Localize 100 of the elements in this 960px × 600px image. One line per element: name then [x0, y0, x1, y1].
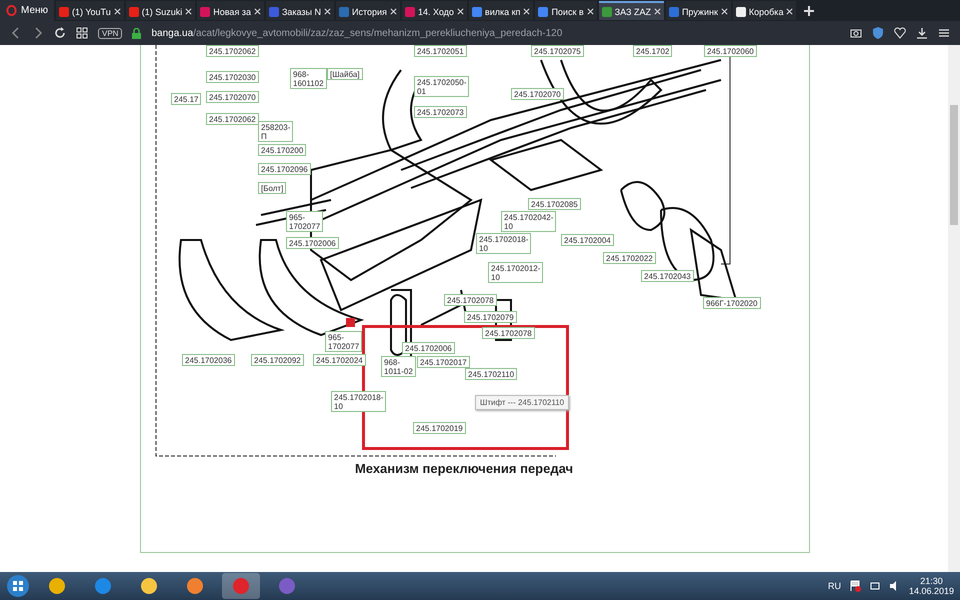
- part-number-label[interactable]: [Шайба]: [327, 68, 363, 80]
- part-number-label[interactable]: 965- 1702077: [325, 331, 362, 352]
- browser-tab[interactable]: Заказы N: [266, 1, 334, 20]
- part-number-label[interactable]: 245.1702030: [206, 71, 259, 83]
- tab-title[interactable]: 14. Ходо: [418, 6, 454, 16]
- browser-tab[interactable]: Поиск в: [535, 1, 597, 20]
- part-number-label[interactable]: 968- 1601102: [290, 68, 327, 89]
- marker-icon: [346, 318, 355, 327]
- part-number-label[interactable]: 245.1702006: [286, 237, 339, 249]
- menu-label[interactable]: Меню: [21, 5, 48, 16]
- network-icon[interactable]: [868, 580, 881, 592]
- part-number-label[interactable]: 245.1702018- 10: [476, 233, 532, 254]
- app-icon: [47, 576, 67, 596]
- language-indicator[interactable]: RU: [828, 581, 841, 591]
- browser-tab[interactable]: Новая за: [197, 1, 264, 20]
- part-number-label[interactable]: 245.1702070: [511, 88, 564, 100]
- part-number-label[interactable]: 245.1702: [633, 45, 672, 57]
- part-number-label[interactable]: 245.1702092: [251, 354, 304, 366]
- browser-tab[interactable]: вилка кп: [468, 1, 534, 20]
- app-icon: [185, 576, 205, 596]
- grid-icon[interactable]: [76, 27, 88, 39]
- address-field[interactable]: banga.ua/acat/legkovye_avtomobili/zaz/zaz_sens/mehanizm_perekliucheniya_peredach-120: [151, 28, 840, 38]
- tab-title[interactable]: (1) YouTu: [72, 6, 111, 16]
- part-number-label[interactable]: 245.1702085: [528, 198, 581, 210]
- browser-tab[interactable]: ЗАЗ ZAZ: [598, 1, 664, 20]
- start-icon[interactable]: [6, 574, 30, 598]
- part-number-label[interactable]: 245.1702110: [465, 368, 518, 380]
- part-number-label[interactable]: 245.1702075: [531, 45, 584, 57]
- tab-title[interactable]: вилка кп: [484, 6, 520, 16]
- part-number-label[interactable]: 245.1702096: [258, 163, 311, 175]
- part-number-label[interactable]: 245.1702062: [206, 113, 259, 125]
- part-number-label[interactable]: 245.1702070: [206, 91, 259, 103]
- part-number-label[interactable]: 245.1702051: [414, 45, 467, 57]
- part-number-label[interactable]: 245.1702018- 10: [331, 391, 386, 412]
- shield-icon[interactable]: [872, 27, 884, 39]
- part-number-label[interactable]: 966Г-1702020: [703, 297, 760, 309]
- clock[interactable]: 21:30 14.06.2019: [908, 576, 954, 596]
- tab-title[interactable]: ЗАЗ ZAZ: [614, 6, 651, 16]
- tab-title[interactable]: (1) Suzuki: [142, 6, 182, 16]
- part-number-label[interactable]: 258203- П: [258, 121, 294, 142]
- favicon-icon: [404, 6, 415, 16]
- part-number-label[interactable]: 245.1702078: [482, 327, 535, 339]
- tab-title[interactable]: Пружинк: [682, 6, 718, 16]
- close-icon[interactable]: [114, 8, 121, 15]
- part-number-label[interactable]: 245.1702022: [603, 252, 656, 264]
- new-tab-icon[interactable]: [804, 6, 814, 16]
- part-number-label[interactable]: 968- 1011-02: [381, 356, 416, 377]
- part-number-label[interactable]: 245.1702073: [414, 106, 467, 118]
- browser-tab[interactable]: (1) Suzuki: [126, 1, 196, 20]
- part-number-label[interactable]: 245.1702079: [464, 311, 517, 323]
- close-icon[interactable]: [324, 8, 332, 15]
- part-number-label[interactable]: 245.1702042- 10: [501, 211, 556, 232]
- browser-tab[interactable]: (1) YouTu: [56, 1, 124, 20]
- reload-icon[interactable]: [54, 27, 66, 39]
- part-number-label[interactable]: 245.1702050- 01: [414, 76, 470, 97]
- close-icon[interactable]: [456, 8, 464, 15]
- part-number-label[interactable]: 245.170200: [258, 144, 306, 156]
- browser-tab[interactable]: История: [336, 1, 400, 20]
- download-icon[interactable]: [916, 27, 928, 39]
- part-number-label[interactable]: 245.1702078: [444, 294, 497, 306]
- part-number-label[interactable]: 245.1702024: [313, 354, 366, 366]
- close-icon[interactable]: [786, 8, 794, 15]
- vpn-badge[interactable]: VPN: [98, 28, 122, 38]
- close-icon[interactable]: [720, 8, 728, 15]
- part-number-label[interactable]: 245.1702004: [561, 234, 614, 246]
- part-number-label[interactable]: 245.1702006: [402, 342, 455, 354]
- flag-icon[interactable]: [848, 580, 861, 592]
- browser-tab[interactable]: Пружинк: [666, 1, 731, 20]
- part-number-label[interactable]: 245.17: [171, 93, 202, 105]
- favicon-icon: [268, 6, 279, 16]
- part-number-label[interactable]: 245.1702062: [206, 45, 259, 57]
- tab-title[interactable]: Новая за: [213, 6, 251, 16]
- tab-title[interactable]: Заказы N: [282, 6, 322, 16]
- part-number-label[interactable]: 245.1702019: [413, 422, 466, 434]
- part-number-label[interactable]: 245.1702060: [704, 45, 757, 57]
- menu-icon[interactable]: [938, 27, 950, 39]
- close-icon[interactable]: [654, 8, 661, 15]
- close-icon[interactable]: [586, 8, 594, 15]
- browser-tab[interactable]: Коробка: [732, 1, 796, 20]
- part-number-label[interactable]: 245.1702017: [417, 356, 470, 368]
- browser-tab[interactable]: 14. Ходо: [402, 1, 467, 20]
- tab-title[interactable]: Коробка: [748, 6, 784, 16]
- part-number-label[interactable]: 245.1702012- 10: [488, 262, 544, 283]
- part-number-label[interactable]: 965- 1702077: [286, 211, 324, 232]
- camera-icon[interactable]: [850, 27, 862, 39]
- browser-menu-button[interactable]: Меню: [0, 0, 54, 21]
- tab-title[interactable]: Поиск в: [551, 6, 584, 16]
- lock-icon: [132, 28, 142, 38]
- heart-icon[interactable]: [894, 27, 906, 39]
- part-number-label[interactable]: [Болт]: [258, 182, 286, 194]
- close-icon[interactable]: [390, 8, 397, 15]
- part-number-label[interactable]: 245.1702043: [641, 270, 694, 282]
- part-number-label[interactable]: 245.1702036: [182, 354, 235, 366]
- scrollbar[interactable]: [948, 45, 960, 572]
- tab-title[interactable]: История: [352, 6, 387, 16]
- close-icon[interactable]: [185, 8, 192, 15]
- favicon-icon: [339, 6, 350, 16]
- close-icon[interactable]: [254, 8, 261, 15]
- close-icon[interactable]: [523, 8, 530, 15]
- favicon-icon: [200, 6, 210, 16]
